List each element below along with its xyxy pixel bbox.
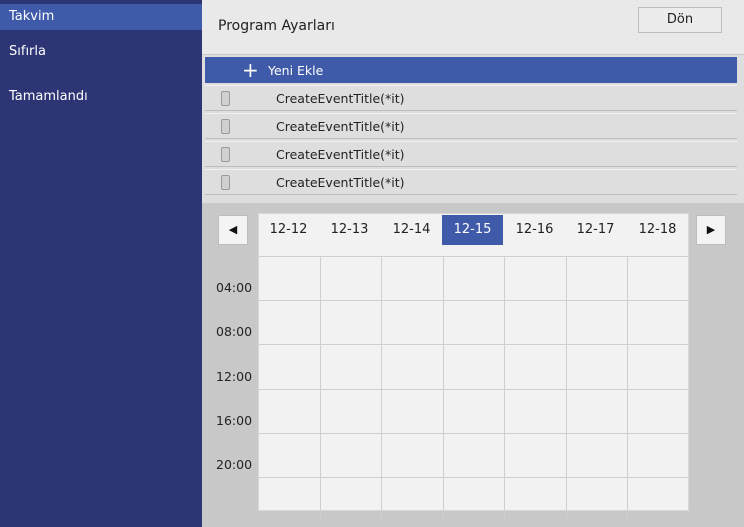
event-title: CreateEventTitle(*it) — [276, 119, 405, 134]
grid-line — [259, 477, 690, 478]
day-cell[interactable]: 12-14 — [381, 215, 442, 245]
grid-line — [259, 433, 690, 434]
day-cell[interactable]: 12-18 — [627, 215, 688, 245]
page-title: Program Ayarları — [218, 18, 335, 34]
time-label: 08:00 — [216, 324, 253, 339]
event-row[interactable]: CreateEventTitle(*it) — [205, 141, 737, 167]
grid-line — [259, 256, 690, 257]
grid-line — [381, 256, 382, 522]
day-cell[interactable]: 12-13 — [319, 215, 380, 245]
event-slot-icon — [221, 175, 230, 190]
event-slot-icon — [221, 119, 230, 134]
event-title: CreateEventTitle(*it) — [276, 175, 405, 190]
day-cell-selected[interactable]: 12-15 — [442, 215, 503, 245]
grid-line — [504, 256, 505, 522]
time-label: 12:00 — [216, 369, 253, 384]
time-label: 04:00 — [216, 280, 253, 295]
event-row[interactable]: CreateEventTitle(*it) — [205, 113, 737, 139]
event-row[interactable]: CreateEventTitle(*it) — [205, 169, 737, 195]
grid-line — [320, 256, 321, 522]
grid-line — [627, 256, 628, 522]
sidebar-item-tamamlandi[interactable]: Tamamlandı — [0, 84, 202, 110]
grid-line — [259, 344, 690, 345]
grid-line — [259, 300, 690, 301]
sidebar-item-takvim[interactable]: Takvim — [0, 4, 202, 30]
calendar-grid — [258, 213, 690, 522]
plus-icon: + — [242, 58, 259, 82]
event-slot-icon — [221, 147, 230, 162]
header: Program Ayarları Dön — [202, 0, 744, 55]
next-week-button[interactable]: ▶ — [696, 215, 726, 245]
day-cell[interactable]: 12-12 — [258, 215, 319, 245]
back-button[interactable]: Dön — [638, 7, 722, 33]
sidebar: Takvim Sıfırla Tamamlandı — [0, 0, 202, 527]
sidebar-item-sifirla[interactable]: Sıfırla — [0, 39, 202, 65]
time-label: 20:00 — [216, 457, 253, 472]
main-panel: Program Ayarları Dön + Yeni Ekle CreateE… — [202, 0, 744, 527]
day-cell[interactable]: 12-17 — [565, 215, 626, 245]
calendar: ◀ ▶ 12-12 12-13 12-14 12-15 12-16 12-17 … — [202, 203, 744, 527]
prev-week-button[interactable]: ◀ — [218, 215, 248, 245]
add-event-row[interactable]: + Yeni Ekle — [205, 57, 737, 83]
day-cell[interactable]: 12-16 — [504, 215, 565, 245]
event-slot-icon — [221, 91, 230, 106]
grid-line — [259, 389, 690, 390]
time-label: 16:00 — [216, 413, 253, 428]
add-event-label: Yeni Ekle — [268, 63, 324, 78]
event-title: CreateEventTitle(*it) — [276, 147, 405, 162]
grid-line — [566, 256, 567, 522]
grid-line — [443, 256, 444, 522]
event-title: CreateEventTitle(*it) — [276, 91, 405, 106]
event-row[interactable]: CreateEventTitle(*it) — [205, 85, 737, 111]
